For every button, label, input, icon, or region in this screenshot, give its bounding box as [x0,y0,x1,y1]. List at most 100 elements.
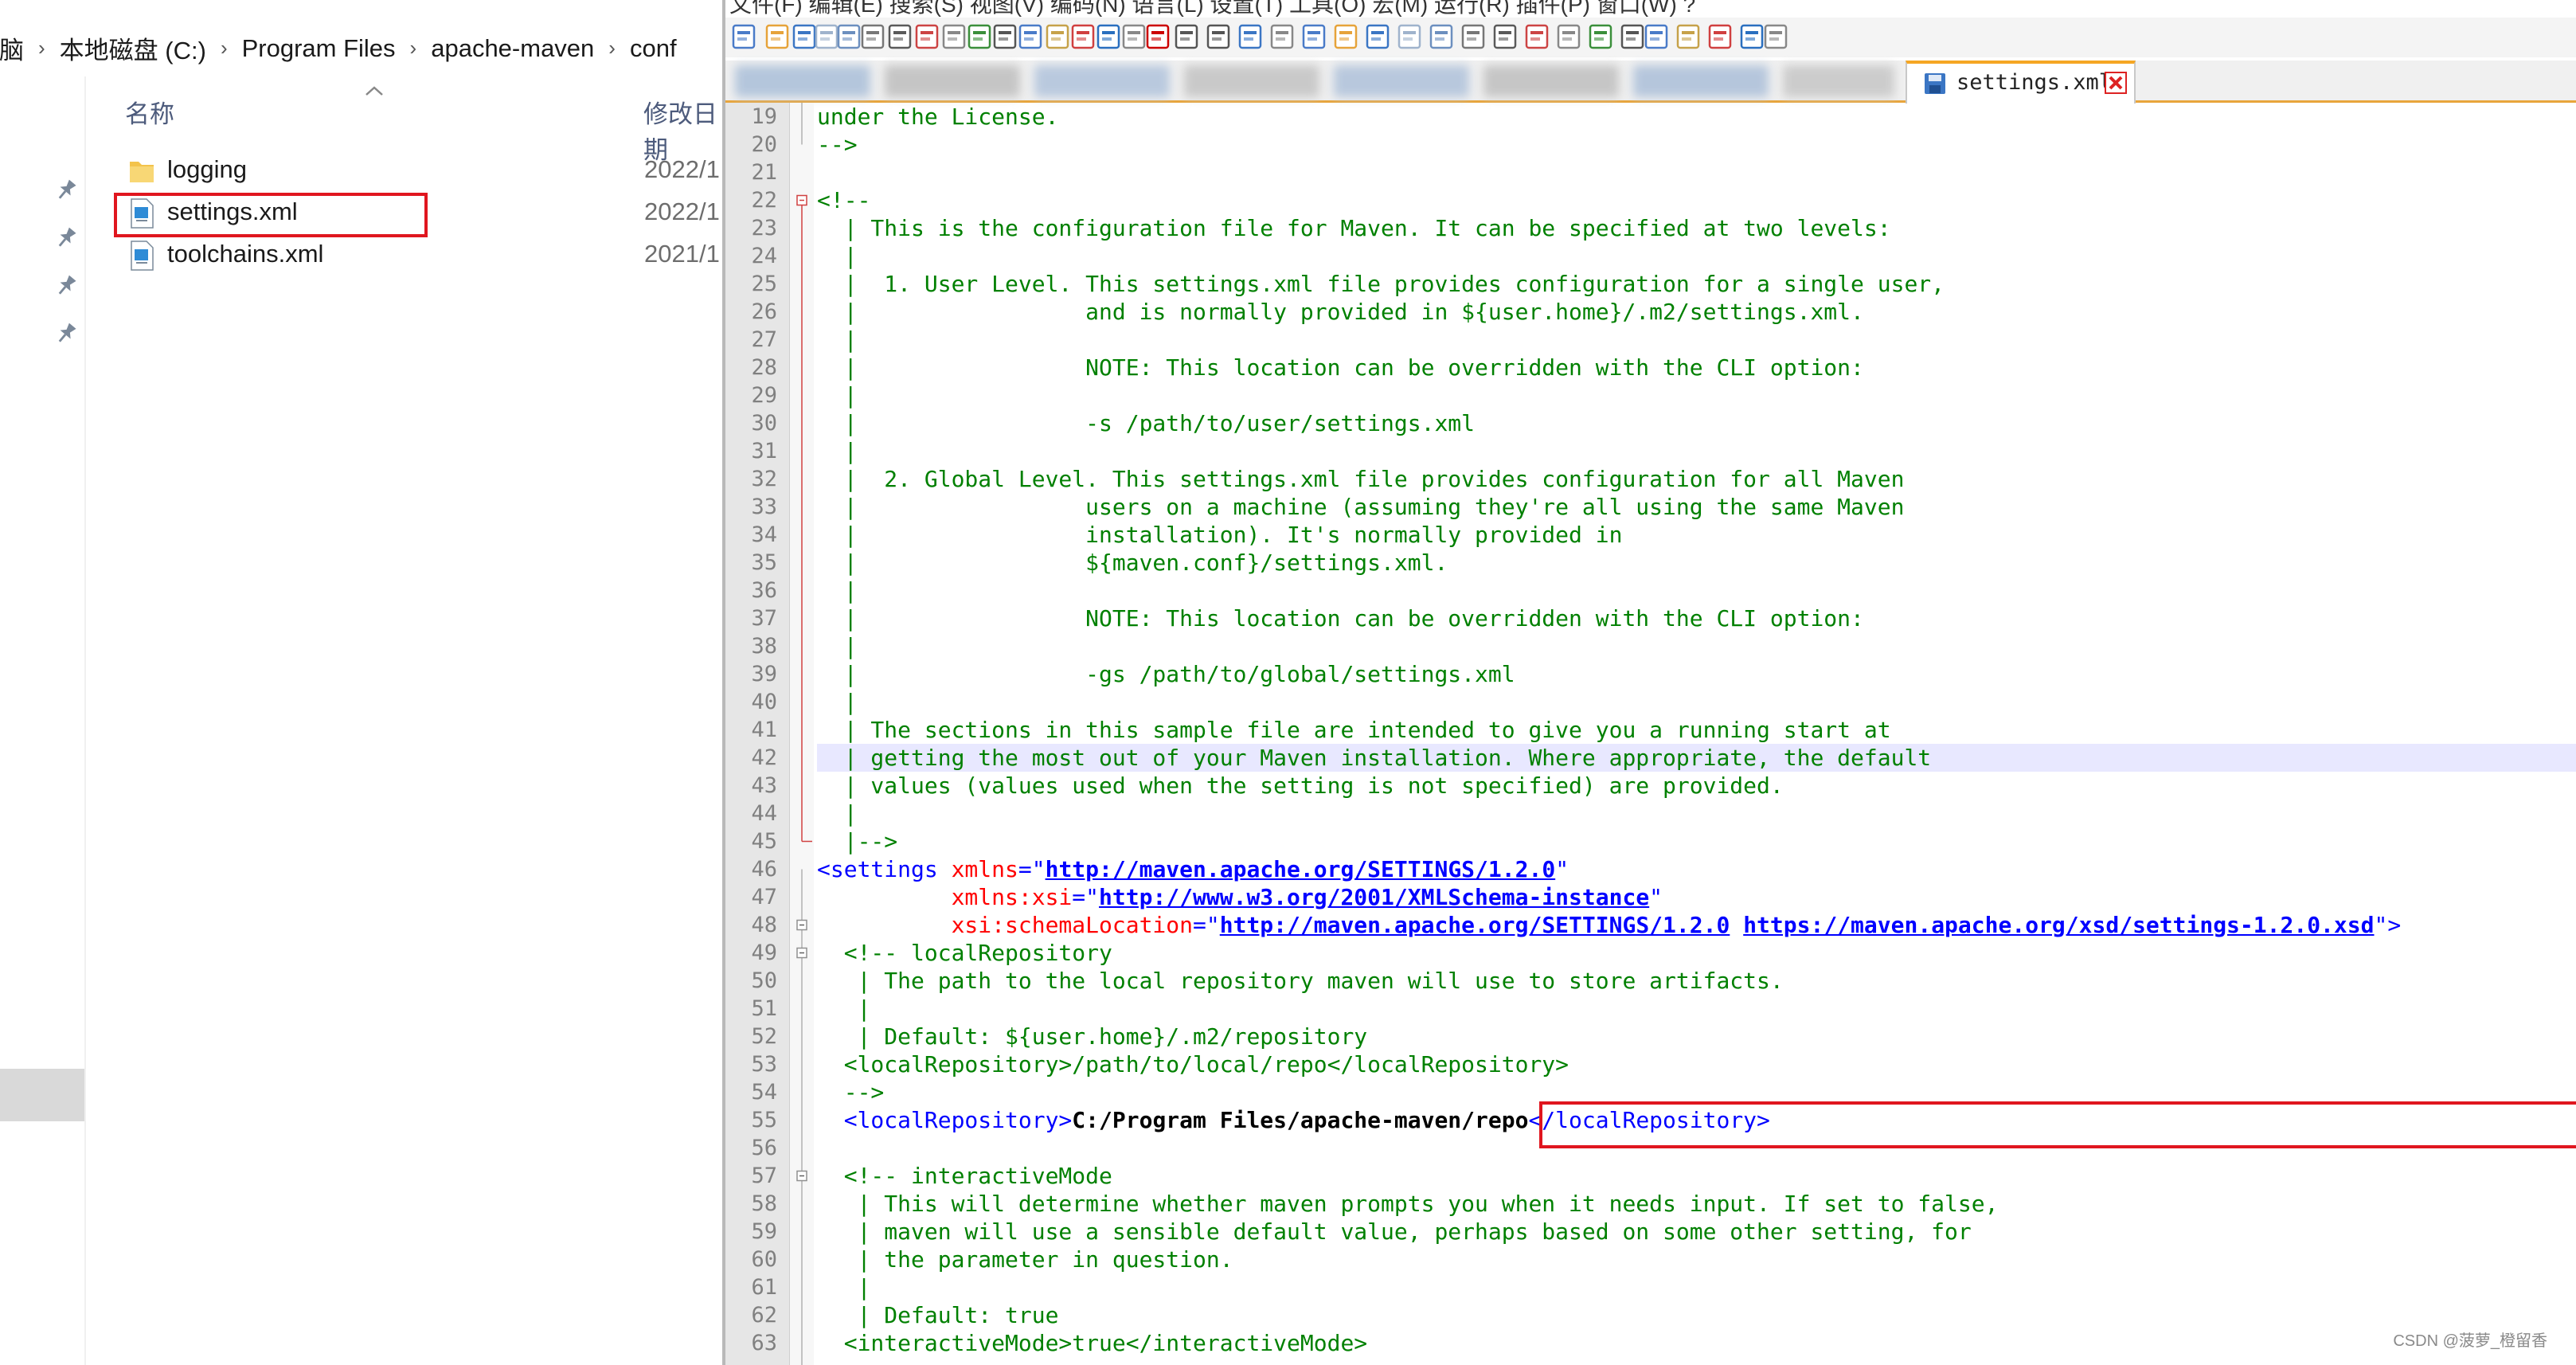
line-number: 41 [751,718,777,742]
code-line: | [817,437,858,465]
toolbar-button-icon[interactable] [912,21,942,53]
toolbar-button-icon[interactable] [858,21,888,53]
tab-blurred[interactable] [735,65,870,97]
code-line: | values (values used when the setting i… [817,772,1784,800]
code-token: | The sections in this sample file are i… [817,717,1891,743]
toolbar-button-icon[interactable] [1554,21,1584,53]
code-token[interactable]: http://maven.apache.org/SETTINGS/1.2.0 [1220,912,1730,938]
toolbar-button-icon[interactable] [1203,21,1233,53]
tab-blurred[interactable] [885,65,1020,97]
line-number: 45 [751,829,777,854]
code-token: | 1. User Level. This settings.xml file … [817,271,1945,297]
breadcrumb-item-conf[interactable]: conf [630,34,677,63]
code-token: | the parameter in question. [817,1246,1233,1273]
highlight-box [114,193,428,237]
code-token[interactable]: http://www.w3.org/2001/XMLSchema-instanc… [1099,884,1649,910]
toolbar-button-icon[interactable] [1171,21,1202,53]
pin-icon[interactable] [53,272,80,299]
code-line: | [817,577,858,604]
tab-blurred[interactable] [1633,65,1769,97]
toolbar-button-icon[interactable] [1585,21,1616,53]
toolbar-button-icon[interactable] [1641,21,1671,53]
breadcrumb-item-apache-maven[interactable]: apache-maven [431,34,594,63]
toolbar-button-icon[interactable] [729,21,759,53]
line-number: 23 [751,216,777,241]
code-line: | This is the configuration file for Mav… [817,214,1891,242]
code-token: | getting the most out of your Maven ins… [817,745,1932,771]
toolbar-button-icon[interactable] [1015,21,1046,53]
file-explorer: 电脑 › 本地磁盘 (C:) › Program Files › apache-maven ›… [0,0,722,1365]
breadcrumb-item-drive[interactable]: 本地磁盘 (C:) [60,30,206,66]
code-token: --> [817,131,858,158]
code-token: =" [1193,912,1220,938]
file-date: 2022/1 [644,155,720,183]
line-number: 52 [751,1024,777,1049]
tab-blurred[interactable] [1483,65,1619,97]
code-line: | installation). It's normally provided … [817,521,1623,549]
close-icon[interactable] [2105,72,2127,94]
code-token[interactable]: http://maven.apache.org/SETTINGS/1.2.0 [1046,856,1556,882]
toolbar-button-icon[interactable] [1267,21,1297,53]
file-row-logging[interactable]: logging 2022/1 [123,151,721,192]
toolbar-button-icon[interactable] [1458,21,1488,53]
toolbar-button-icon[interactable] [1394,21,1425,53]
toolbar-button-icon[interactable] [1522,21,1552,53]
line-number: 61 [751,1275,777,1300]
line-number: 32 [751,467,777,491]
toolbar-button-icon[interactable] [1490,21,1520,53]
code-token: <!-- interactiveMode [817,1163,1112,1189]
chevron-right-icon: › [409,36,417,60]
tab-bar: settings.xml [725,61,2576,104]
toolbar-button-icon[interactable] [1143,21,1173,53]
line-number: 25 [751,272,777,296]
tab-blurred[interactable] [1034,65,1170,97]
code-line: <interactiveMode>true</interactiveMode> [817,1329,1367,1357]
column-header-name[interactable]: 名称 [125,94,174,130]
pin-icon[interactable] [53,225,80,252]
nav-item-selected[interactable] [0,1069,84,1121]
line-number: 33 [751,495,777,519]
code-token: | The path to the local repository maven… [817,968,1784,994]
fold-guides [796,103,812,1365]
toolbar-button-icon[interactable] [1673,21,1703,53]
tab-settings-xml[interactable]: settings.xml [1906,61,2136,104]
line-number: 53 [751,1052,777,1077]
breadcrumb-item-pc[interactable]: 电脑 [0,30,24,66]
toolbar-button-icon[interactable] [1705,21,1735,53]
toolbar-button-icon[interactable] [1761,21,1791,53]
code-token[interactable]: https://maven.apache.org/xsd/settings-1.… [1743,912,2374,938]
toolbar-button-icon[interactable] [1299,21,1329,53]
pin-icon[interactable] [53,177,80,204]
toolbar-button-icon[interactable] [1426,21,1456,53]
line-number: 47 [751,885,777,909]
toolbar-button-icon[interactable] [1331,21,1361,53]
toolbar-button-icon[interactable] [1235,21,1265,53]
code-line: | [817,800,858,827]
code-token: xmlns [951,856,1018,882]
code-token: | [817,995,871,1022]
line-number: 43 [751,773,777,798]
tab-blurred[interactable] [1334,65,1469,97]
notepad-plus-plus-window: 文件(F) 编辑(E) 搜索(S) 视图(V) 编码(N) 语言(L) 设置(T… [722,0,2576,1365]
code-token: C:/Program Files/apache-maven/repo [1072,1107,1529,1133]
chevron-up-icon [365,86,383,96]
code-line: | users on a machine (assuming they're a… [817,493,1905,521]
line-number: 39 [751,662,777,686]
breadcrumb-item-program-files[interactable]: Program Files [242,34,396,63]
tab-blurred[interactable] [1184,65,1319,97]
tab-blurred[interactable] [1783,65,1894,97]
code-line: xsi:schemaLocation="http://maven.apache.… [817,911,2402,939]
toolbar-button-icon[interactable] [885,21,915,53]
file-row-toolchains-xml[interactable]: toolchains.xml 2021/1 [123,235,721,276]
line-number: 27 [751,327,777,352]
watermark: CSDN @菠萝_橙留香 [2393,1332,2547,1350]
menu-bar[interactable]: 文件(F) 编辑(E) 搜索(S) 视图(V) 编码(N) 语言(L) 设置(T… [729,0,1695,19]
code-token: | [817,382,858,409]
code-token: | [817,438,858,464]
toolbar-button-icon[interactable] [762,21,792,53]
toolbar-button-icon[interactable] [1362,21,1393,53]
code-line: <settings xmlns="http://maven.apache.org… [817,855,1569,883]
pin-icon[interactable] [53,320,80,347]
code-token: | This will determine whether maven prom… [817,1191,1999,1217]
code-token: |--> [817,828,898,855]
